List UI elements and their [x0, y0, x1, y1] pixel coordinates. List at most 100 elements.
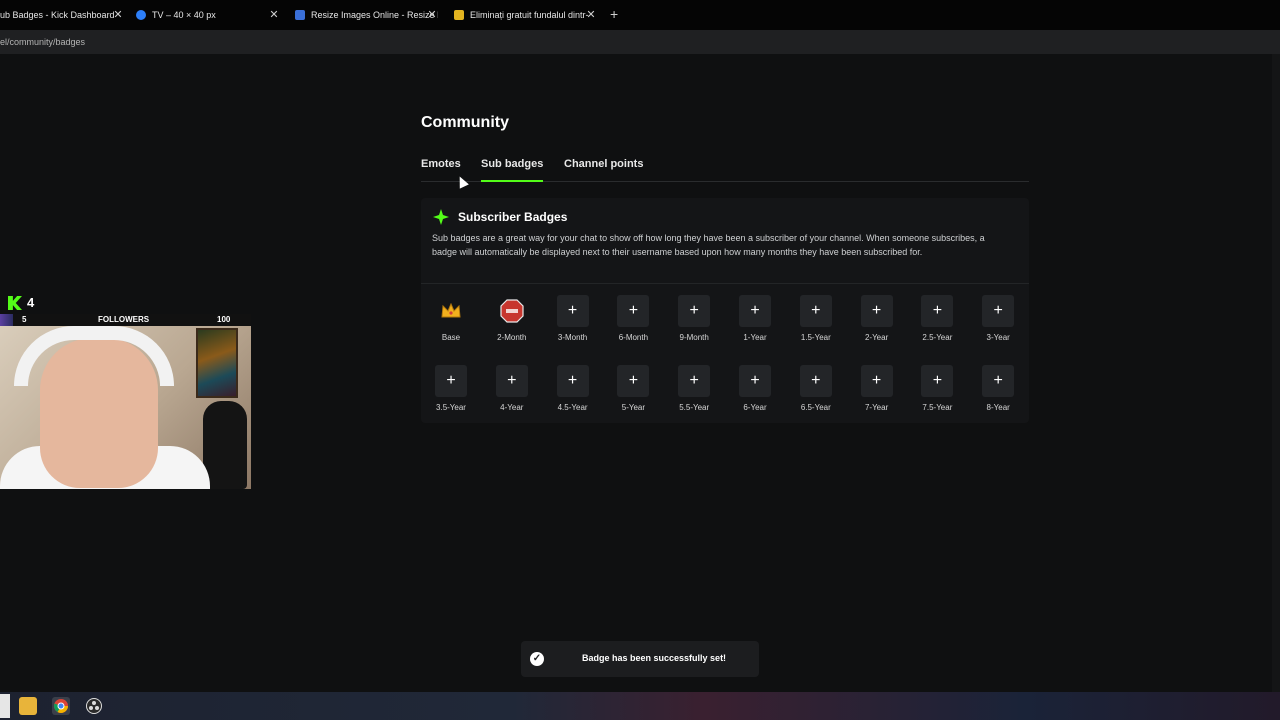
badge-slot[interactable]: +4.5-Year [543, 365, 603, 412]
badge-label: 7.5-Year [922, 403, 953, 412]
microphone [203, 401, 247, 489]
badge-slot[interactable]: +1-Year [725, 295, 785, 342]
plus-icon[interactable]: + [739, 295, 771, 327]
badge-label: 6.5-Year [800, 403, 831, 412]
obs-icon[interactable] [85, 697, 103, 715]
badge-slot[interactable]: +5.5-Year [664, 365, 724, 412]
badge-label: 3.5-Year [436, 403, 466, 412]
badge-label: 2-Month [497, 333, 527, 342]
address-bar[interactable]: el/community/badges [0, 30, 1280, 54]
badge-label: 2-Year [864, 333, 889, 342]
badge-slot[interactable]: +8-Year [968, 365, 1028, 412]
badge-label: 1-Year [743, 333, 767, 342]
kick-count: 4 [27, 295, 35, 310]
badge-slot[interactable]: +6.5-Year [786, 365, 846, 412]
badge-slot[interactable]: +6-Month [603, 295, 663, 342]
plus-icon[interactable]: + [556, 365, 589, 397]
start-button[interactable] [0, 694, 10, 718]
success-toast: ✓ Badge has been successfully set! [521, 641, 759, 677]
badge-slot[interactable]: +3.5-Year [421, 365, 481, 412]
badge-label: 4.5-Year [557, 403, 588, 412]
badge-slot[interactable]: +4-Year [482, 365, 542, 412]
plus-icon[interactable]: + [982, 295, 1015, 327]
badge-slot[interactable]: 2-Month [482, 295, 542, 342]
badge-slot[interactable]: +3-Year [968, 295, 1028, 342]
browser-tab-title: Resize Images Online - Resize I [311, 10, 438, 20]
followers-label: FOLLOWERS [98, 315, 150, 324]
badge-label: 2.5-Year [922, 333, 953, 342]
url-text[interactable]: el/community/badges [0, 37, 85, 47]
badge-label: 3-Year [986, 333, 1010, 342]
new-tab-button[interactable]: + [610, 6, 618, 22]
badge-label: 3-Month [557, 333, 588, 342]
browser-tab[interactable]: Resize Images Online - Resize I ✕ [295, 0, 438, 30]
site-favicon-icon [454, 10, 464, 20]
browser-tab-title: Eliminați gratuit fundalul dintr- [470, 10, 589, 20]
card-description: Sub badges are a great way for your chat… [432, 233, 985, 257]
browser-tab[interactable]: TV – 40 × 40 px ✕ [136, 0, 280, 30]
badge-slot[interactable]: Base [421, 295, 481, 342]
community-tabs: Emotes Sub badges Channel points [421, 158, 1029, 182]
plus-icon[interactable]: + [921, 295, 954, 327]
badge-label: 6-Month [618, 333, 649, 342]
followers-progress-fill [0, 314, 13, 326]
tab-emotes[interactable]: Emotes [421, 158, 461, 170]
badge-slot[interactable]: +5-Year [603, 365, 663, 412]
badge-slot[interactable]: +1.5-Year [786, 295, 846, 342]
plus-icon[interactable]: + [982, 365, 1015, 397]
badge-label: 5.5-Year [679, 403, 710, 412]
toast-message: Badge has been successfully set! [582, 653, 727, 663]
plus-icon[interactable]: + [495, 365, 528, 397]
close-icon[interactable]: ✕ [426, 8, 438, 21]
site-favicon-icon [295, 10, 305, 20]
plus-icon[interactable]: + [435, 365, 467, 397]
plus-icon[interactable]: + [678, 365, 711, 397]
scrollbar[interactable] [1272, 54, 1280, 692]
page-title: Community [421, 114, 509, 131]
badge-slot[interactable]: +7-Year [847, 365, 907, 412]
badge-slot[interactable]: +6-Year [725, 365, 785, 412]
badge-label: 4-Year [500, 403, 524, 412]
plus-icon[interactable]: + [860, 365, 893, 397]
close-icon[interactable]: ✕ [112, 8, 124, 21]
badge-slot[interactable]: +7.5-Year [907, 365, 967, 412]
plus-icon[interactable]: + [921, 365, 954, 397]
plus-icon[interactable]: + [799, 365, 832, 397]
tab-sub-badges[interactable]: Sub badges [481, 158, 544, 182]
stop-sign-icon[interactable] [496, 295, 528, 327]
browser-tab-strip: ub Badges - Kick Dashboard ✕ TV – 40 × 4… [0, 0, 1280, 30]
plus-icon[interactable]: + [860, 295, 893, 327]
badge-label: Base [441, 333, 461, 342]
badge-label: 1.5-Year [800, 333, 831, 342]
plus-icon[interactable]: + [617, 365, 650, 397]
plus-icon[interactable]: + [678, 295, 711, 327]
tab-channel-points[interactable]: Channel points [564, 158, 643, 170]
badge-label: 8-Year [986, 403, 1010, 412]
plus-icon[interactable]: + [739, 365, 771, 397]
browser-tab[interactable]: ub Badges - Kick Dashboard ✕ [0, 0, 124, 30]
badge-slot[interactable]: +2.5-Year [907, 295, 967, 342]
webcam-overlay: 4 5 FOLLOWERS 100 [0, 292, 251, 489]
close-icon[interactable]: ✕ [268, 8, 280, 21]
browser-tab[interactable]: Eliminați gratuit fundalul dintr- ✕ [454, 0, 597, 30]
file-explorer-icon[interactable] [19, 697, 37, 715]
card-title: Subscriber Badges [458, 210, 568, 224]
browser-tab-title: TV – 40 × 40 px [152, 10, 216, 20]
badge-label: 5-Year [621, 403, 646, 412]
chrome-icon[interactable] [52, 697, 70, 715]
badge-label: 6-Year [743, 403, 767, 412]
sparkle-icon [433, 209, 449, 225]
headphones [14, 326, 174, 386]
plus-icon[interactable]: + [617, 295, 650, 327]
close-icon[interactable]: ✕ [585, 8, 597, 21]
badge-slot[interactable]: +3-Month [543, 295, 603, 342]
plus-icon[interactable]: + [799, 295, 832, 327]
badge-slot[interactable]: +9-Month [664, 295, 724, 342]
badge-label: 7-Year [864, 403, 889, 412]
badge-slot[interactable]: +2-Year [847, 295, 907, 342]
crown-icon[interactable] [435, 295, 467, 327]
plus-icon[interactable]: + [556, 295, 589, 327]
followers-current: 5 [22, 315, 27, 324]
subscriber-badges-card: Subscriber Badges Sub badges are a great… [421, 198, 1029, 423]
webcam-feed [0, 326, 251, 489]
